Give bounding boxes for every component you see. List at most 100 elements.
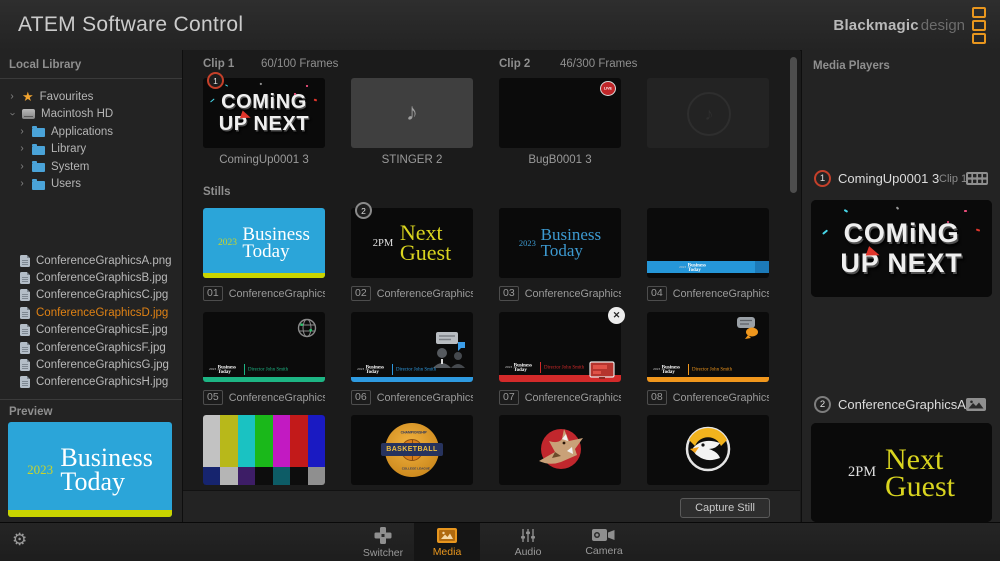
business-today-artwork: 2023 BusinessToday — [8, 422, 172, 517]
title-bar: ATEM Software Control Blackmagic design — [0, 0, 1000, 51]
clip1-slot[interactable]: COMiNG UP NEXT 1 — [203, 78, 325, 148]
media-player-2-thumbnail[interactable]: 2PM NextGuest — [811, 423, 992, 522]
tree-item-library[interactable]: › Library — [0, 141, 182, 159]
still-04-thumbnail: 2023 BusinessToday — [647, 208, 769, 278]
still-caption: 04ConferenceGraphics... — [647, 286, 769, 301]
still-caption: 03ConferenceGraphics... — [499, 286, 621, 301]
pool-footer: Capture Still — [183, 490, 800, 522]
blackmagic-logo: Blackmagic design — [833, 0, 986, 50]
stinger-slot[interactable]: ♪ — [351, 78, 473, 148]
file-icon — [20, 342, 30, 354]
live-bug-badge: LIVE — [600, 81, 616, 96]
still-caption: 06ConferenceGraphics... — [351, 390, 473, 405]
star-icon: ★ — [22, 90, 34, 103]
tree-item-label: Library — [51, 143, 86, 155]
file-item[interactable]: ConferenceGraphicsG.jpg — [0, 356, 182, 373]
tree-item-favourites[interactable]: › ★ Favourites — [0, 88, 182, 106]
still-slot-01[interactable]: 2023 BusinessToday 01ConferenceGraphics.… — [203, 208, 325, 278]
globe-icon — [296, 317, 318, 339]
still-08-thumbnail: 2023 BusinessToday Director John Smith — [647, 312, 769, 382]
still-slot-09[interactable] — [203, 415, 325, 485]
chevron-right-icon[interactable]: › — [18, 162, 26, 172]
still-slot-04[interactable]: 2023 BusinessToday 04ConferenceGraphics.… — [647, 208, 769, 278]
empty-audio-slot[interactable]: ♪ — [647, 78, 769, 148]
tree-item-system[interactable]: › System — [0, 158, 182, 176]
tree-item-label: Favourites — [40, 91, 94, 103]
file-name: ConferenceGraphicsF.jpg — [36, 342, 166, 354]
clip2-slot[interactable]: LIVE — [499, 78, 621, 148]
clip2-thumbnail: LIVE — [499, 78, 621, 148]
media-pool: Clip 1 60/100 Frames Clip 2 46/300 Frame… — [183, 50, 800, 522]
media-player-1-header[interactable]: 1 ComingUp0001 3 Clip 1 — [802, 170, 1000, 188]
still-slot-02[interactable]: 2PM NextGuest 2 02ConferenceGraphics... — [351, 208, 473, 278]
still-slot-11[interactable] — [499, 415, 621, 485]
chevron-right-icon[interactable]: › — [18, 144, 26, 154]
still-slot-03[interactable]: 2023 BusinessToday 03ConferenceGraphics.… — [499, 208, 621, 278]
empty-thumbnail: ♪ — [647, 78, 769, 148]
tv-monitor-icon — [589, 361, 615, 381]
tab-media[interactable]: Media — [414, 523, 480, 561]
file-item[interactable]: ConferenceGraphicsF.jpg — [0, 339, 182, 356]
file-item[interactable]: ConferenceGraphicsC.jpg — [0, 287, 182, 304]
tab-camera[interactable]: Camera — [569, 523, 639, 561]
still-slot-12[interactable] — [647, 415, 769, 485]
media-player-2-header[interactable]: 2 ConferenceGraphicsA 3 — [802, 396, 1000, 414]
chevron-right-icon[interactable]: › — [18, 127, 26, 137]
stinger-thumbnail: ♪ — [351, 78, 473, 148]
media-player-2-badge: 2 — [355, 202, 372, 219]
still-image-icon — [966, 398, 986, 411]
media-players-title: Media Players — [813, 60, 890, 72]
scrollbar-thumb[interactable] — [790, 57, 797, 193]
media-player-1-thumbnail[interactable]: COMiNG UP NEXT — [811, 200, 992, 297]
file-item[interactable]: ConferenceGraphicsH.jpg — [0, 374, 182, 391]
chat-bubbles-icon — [735, 317, 761, 339]
still-10-thumbnail-basketball: CHAMPIONSHIP BASKETBALL COLLEGE LEAGUE — [351, 415, 473, 485]
still-slot-06[interactable]: 2023 BusinessToday Director John Smith 0… — [351, 312, 473, 382]
gear-icon[interactable]: ⚙ — [12, 531, 27, 548]
still-slot-10[interactable]: CHAMPIONSHIP BASKETBALL COLLEGE LEAGUE — [351, 415, 473, 485]
tree-item-applications[interactable]: › Applications — [0, 123, 182, 141]
file-icon — [20, 289, 30, 301]
file-item[interactable]: ConferenceGraphicsE.jpg — [0, 322, 182, 339]
library-tree: › ★ Favourites › Macintosh HD › Applicat… — [0, 88, 182, 193]
still-07-thumbnail: 2023 BusinessToday Director John Smith — [499, 312, 621, 382]
tree-item-users[interactable]: › Users — [0, 176, 182, 194]
lower-third-strip: 2023 BusinessToday — [647, 261, 769, 273]
still-slot-08[interactable]: 2023 BusinessToday Director John Smith 0… — [647, 312, 769, 382]
capture-still-button[interactable]: Capture Still — [680, 498, 770, 518]
tab-audio[interactable]: Audio — [494, 523, 562, 561]
file-item[interactable]: ConferenceGraphicsA.png — [0, 252, 182, 269]
file-name: ConferenceGraphicsA.png — [36, 255, 172, 267]
still-caption: 05ConferenceGraphics... — [203, 390, 325, 405]
audio-mixer-icon — [520, 528, 536, 543]
film-clip-icon — [966, 172, 988, 185]
tree-item-label: Macintosh HD — [41, 108, 113, 120]
file-icon — [20, 324, 30, 336]
still-01-thumbnail: 2023 BusinessToday — [203, 208, 325, 278]
file-name: ConferenceGraphicsD.jpg — [36, 307, 168, 319]
still-caption: 02ConferenceGraphics... — [351, 286, 473, 301]
clip1-caption: ComingUp0001 3 — [203, 154, 325, 166]
still-slot-07[interactable]: 2023 BusinessToday Director John Smith ✕… — [499, 312, 621, 382]
clip2-frames: 46/300 Frames — [560, 58, 637, 70]
chevron-right-icon[interactable]: › — [8, 92, 16, 102]
tab-switcher[interactable]: Switcher — [345, 523, 421, 561]
media-players-panel: Media Players 1 ComingUp0001 3 Clip 1 CO… — [801, 50, 1000, 522]
chevron-right-icon[interactable]: › — [18, 179, 26, 189]
tree-item-label: Applications — [51, 126, 113, 138]
media-player-1-badge: 1 — [207, 72, 224, 89]
still-slot-05[interactable]: 2023 BusinessToday Director John Smith 0… — [203, 312, 325, 382]
stills-title: Stills — [203, 186, 230, 198]
file-item-selected[interactable]: ConferenceGraphicsD.jpg — [0, 304, 182, 321]
chevron-down-icon[interactable]: › — [7, 110, 17, 118]
clear-still-icon[interactable]: ✕ — [608, 307, 625, 324]
file-item[interactable]: ConferenceGraphicsB.jpg — [0, 269, 182, 286]
still-caption: 07ConferenceGraphics... — [499, 390, 621, 405]
tree-item-macintosh-hd[interactable]: › Macintosh HD — [0, 106, 182, 124]
folder-icon — [32, 146, 45, 155]
folder-icon — [32, 128, 45, 137]
divider — [0, 399, 182, 400]
file-icon — [20, 359, 30, 371]
vertical-scrollbar[interactable] — [790, 54, 797, 486]
file-icon — [20, 376, 30, 388]
